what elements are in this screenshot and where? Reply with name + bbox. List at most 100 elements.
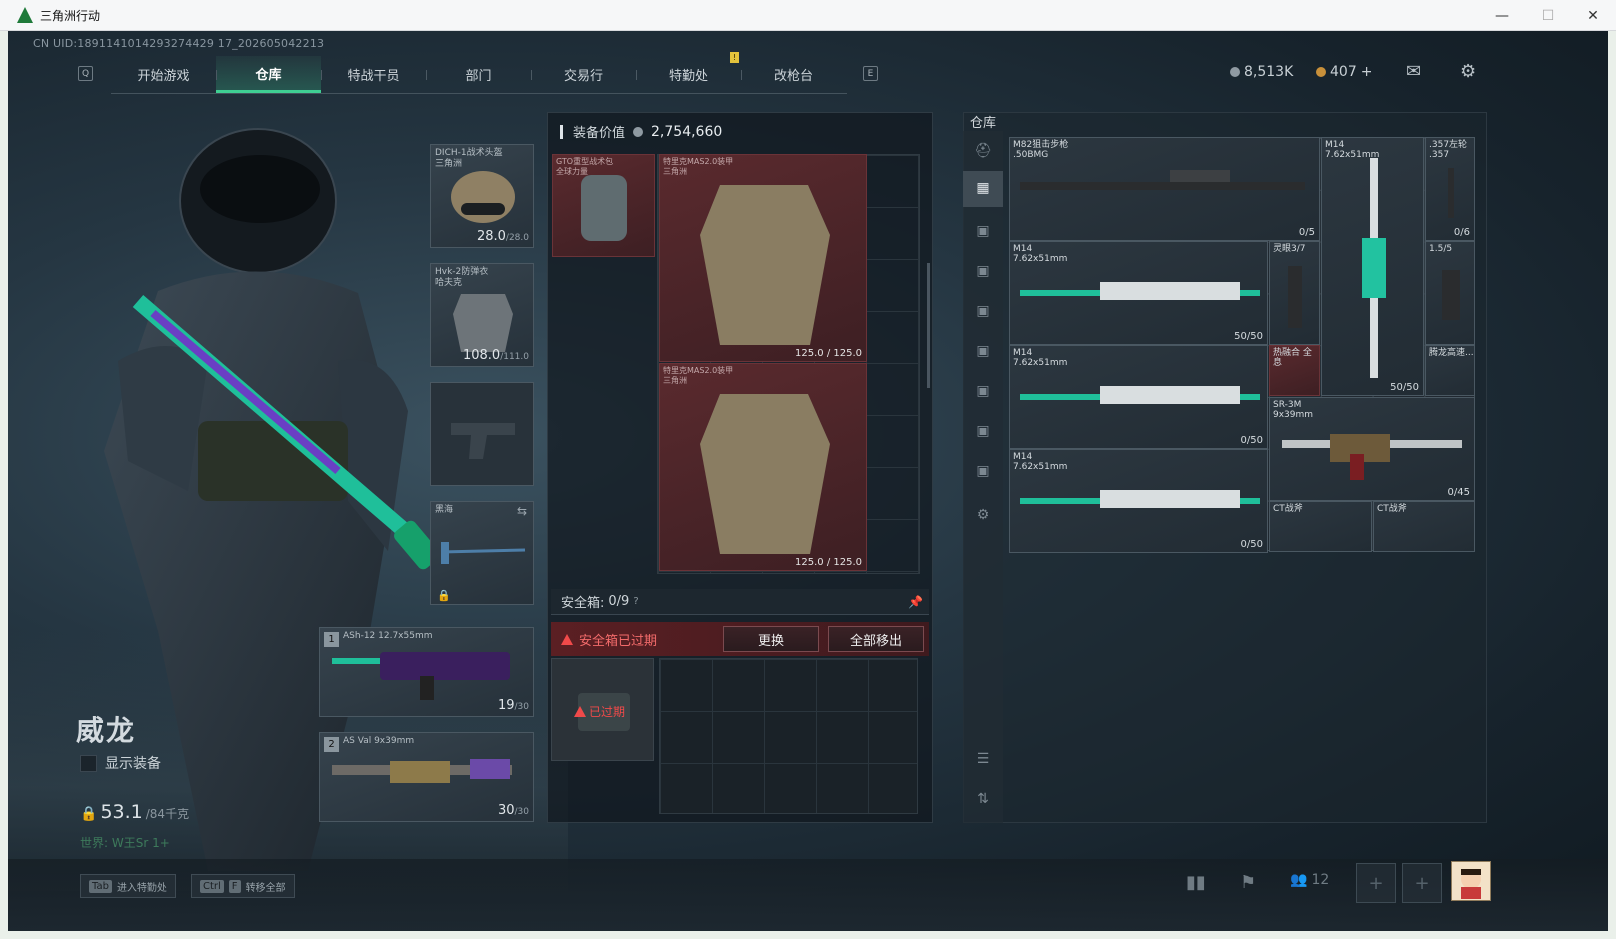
warehouse-item-m14-1[interactable]: M14 7.62x51mm 50/50 (1009, 241, 1268, 345)
warehouse-item-holo-sight[interactable]: 热融合 全息 (1269, 345, 1320, 396)
equipment-scrollbar[interactable] (927, 263, 930, 388)
warehouse-item-scope-37[interactable]: 灵眼3/7 (1269, 241, 1320, 345)
storage-filter-icon-1[interactable]: ▣ (973, 223, 993, 241)
show-equipment-toggle[interactable]: 显示装备 (80, 753, 161, 773)
equipment-value-title: 装备价值 (573, 126, 626, 141)
storage-filter-icon-7[interactable]: ▣ (973, 463, 993, 481)
world-chat-line[interactable]: 世界: W王Sr 1+ (80, 834, 170, 851)
secondary-ammo: 30/30 (497, 803, 529, 818)
warehouse-item-sr3m[interactable]: SR-3M 9x39mm 0/45 (1269, 397, 1475, 501)
tab-key: Tab (89, 879, 112, 893)
backpack-image (581, 175, 627, 241)
layers-icon[interactable]: ☰ (973, 751, 993, 769)
weight-lock-icon: 🔒 (80, 806, 98, 822)
item-ammo: 0/50 (1240, 539, 1263, 550)
stats-chart-icon[interactable]: ▮▮ (1186, 872, 1206, 893)
warehouse-item-scope-15[interactable]: 1.5/5 (1425, 241, 1475, 345)
melee-slot[interactable]: 黑海 ⇆ 🔒 (430, 501, 534, 605)
all-items-filter-icon[interactable]: ▦ (963, 171, 1003, 207)
coin-value: 407 (1330, 64, 1357, 80)
f-key: F (228, 879, 241, 893)
avatar-image (1461, 869, 1481, 899)
warehouse-item-ct-stock-2[interactable]: CT战斧 (1373, 501, 1475, 552)
player-avatar[interactable] (1451, 861, 1491, 901)
helmet-slot[interactable]: DICH-1战术头盔 三角洲 28.0/28.0 (430, 144, 534, 248)
storage-filter-icon-2[interactable]: ▣ (973, 263, 993, 281)
warehouse-item-m82[interactable]: M82狙击步枪 .50BMG 0/5 (1009, 137, 1320, 241)
vest-item-1[interactable]: 特里克MAS2.0装甲 三角洲 125.0 / 125.0 (659, 154, 867, 362)
safebox-count: 0/9 (608, 594, 630, 609)
storage-filter-icon-6[interactable]: ▣ (973, 423, 993, 441)
warehouse-item-ct-stock-1[interactable]: CT战斧 (1269, 501, 1372, 552)
warehouse-item-m14-2[interactable]: M14 7.62x51mm 0/50 (1009, 345, 1268, 449)
replace-button[interactable]: 更换 (723, 626, 819, 652)
safebox-expired-bar: 安全箱已过期 更换 全部移出 (551, 622, 929, 656)
main-nav: 开始游戏 仓库 特战干员 部门 交易行 特勤处 改枪台 (111, 56, 847, 94)
warehouse-item-m14-3[interactable]: M14 7.62x51mm 0/50 (1009, 449, 1268, 553)
tab-start-game[interactable]: 开始游戏 (111, 56, 216, 93)
equipment-value-amount: 2,754,660 (651, 123, 723, 140)
pistol-slot[interactable] (430, 382, 534, 486)
storage-filter-icon-3[interactable]: ▣ (973, 303, 993, 321)
m14-vertical-image (1362, 158, 1386, 378)
storage-filter-icon-5[interactable]: ▣ (973, 383, 993, 401)
warehouse-item-tenglong[interactable]: 腾龙高速... (1425, 345, 1475, 396)
close-button[interactable]: ✕ (1570, 0, 1616, 31)
tab-gunsmith[interactable]: 改枪台 (741, 56, 846, 93)
helmet-filter-icon[interactable]: ⛑ (973, 143, 993, 161)
window-titlebar: 三角洲行动 (0, 0, 1616, 31)
tab-department[interactable]: 部门 (426, 56, 531, 93)
primary-weapon-slot[interactable]: 1 ASh-12 12.7x55mm 19/30 (319, 627, 534, 717)
safebox-slot[interactable]: 已过期 (551, 658, 654, 761)
minimize-button[interactable]: — (1479, 0, 1525, 31)
expired-warning-icon (574, 706, 586, 717)
sort-icon[interactable]: ⇅ (973, 791, 993, 809)
safebox-label: 安全箱: (561, 596, 605, 611)
carry-weight: 🔒 53.1 /84千克 (80, 801, 189, 823)
settings-gear-icon[interactable]: ⚙ (1460, 61, 1476, 82)
tab-operators[interactable]: 特战干员 (321, 56, 426, 93)
tab-trading[interactable]: 交易行 (531, 56, 636, 93)
item-label: CT战斧 (1377, 504, 1407, 514)
tab-warehouse[interactable]: 仓库 (216, 56, 321, 93)
transfer-all-hint[interactable]: Ctrl F 转移全部 (191, 874, 295, 898)
coin-icon (1316, 67, 1326, 77)
tab-special-ops[interactable]: 特勤处 (636, 56, 741, 93)
add-coin-button[interactable]: + (1361, 64, 1373, 80)
maximize-button[interactable]: ☐ (1525, 0, 1571, 31)
safebox-help-icon[interactable]: ? (633, 596, 638, 607)
friends-count: 12 (1311, 872, 1330, 888)
secondary-weapon-slot[interactable]: 2 AS Val 9x39mm 30/30 (319, 732, 534, 822)
armor-slot[interactable]: Hvk-2防弹衣 哈夫克 108.0/111.0 (430, 263, 534, 367)
game-viewport: CN UID:1891141014293274429 17_2026050422… (8, 31, 1608, 931)
vest-2-image (700, 394, 830, 554)
warning-icon (561, 633, 573, 645)
vest-item-2[interactable]: 特里克MAS2.0装甲 三角洲 125.0 / 125.0 (659, 363, 867, 571)
weight-max: /84千克 (145, 807, 190, 821)
vest-1-image (700, 185, 830, 345)
hafbucks-display: 8,513K (1230, 64, 1293, 80)
enter-special-ops-hint[interactable]: Tab 进入特勤处 (80, 874, 176, 898)
warehouse-item-357[interactable]: .357左轮 .357 0/6 (1425, 137, 1475, 241)
m14-image-1 (1020, 282, 1260, 300)
flag-icon[interactable]: ⚑ (1240, 872, 1256, 893)
move-all-button[interactable]: 全部移出 (828, 626, 924, 652)
warehouse-item-m14-vertical[interactable]: M14 7.62x51mm 50/50 (1321, 137, 1424, 396)
nav-right-key[interactable]: E (863, 66, 878, 81)
nav-left-key[interactable]: Q (78, 66, 93, 81)
item-label: 热融合 全息 (1273, 348, 1312, 368)
quick-slot-1[interactable]: + (1356, 863, 1396, 903)
show-equipment-label: 显示装备 (105, 756, 161, 772)
storage-filter-icon-4[interactable]: ▣ (973, 343, 993, 361)
pin-icon[interactable]: 📌 (908, 595, 923, 609)
show-equipment-checkbox[interactable] (80, 754, 97, 772)
mail-icon[interactable]: ✉ (1406, 61, 1421, 82)
friends-display[interactable]: 👥 12 (1290, 872, 1329, 888)
warehouse-settings-icon[interactable]: ⚙ (973, 507, 993, 525)
item-ammo: 0/5 (1298, 227, 1315, 238)
m14-image-2 (1020, 386, 1260, 404)
quick-slot-2[interactable]: + (1402, 863, 1442, 903)
backpack-slot[interactable]: GTO重型战术包 全球力量 (552, 154, 655, 257)
vest-2-durability: 125.0 / 125.0 (795, 557, 862, 568)
item-ammo: 0/6 (1453, 227, 1470, 238)
